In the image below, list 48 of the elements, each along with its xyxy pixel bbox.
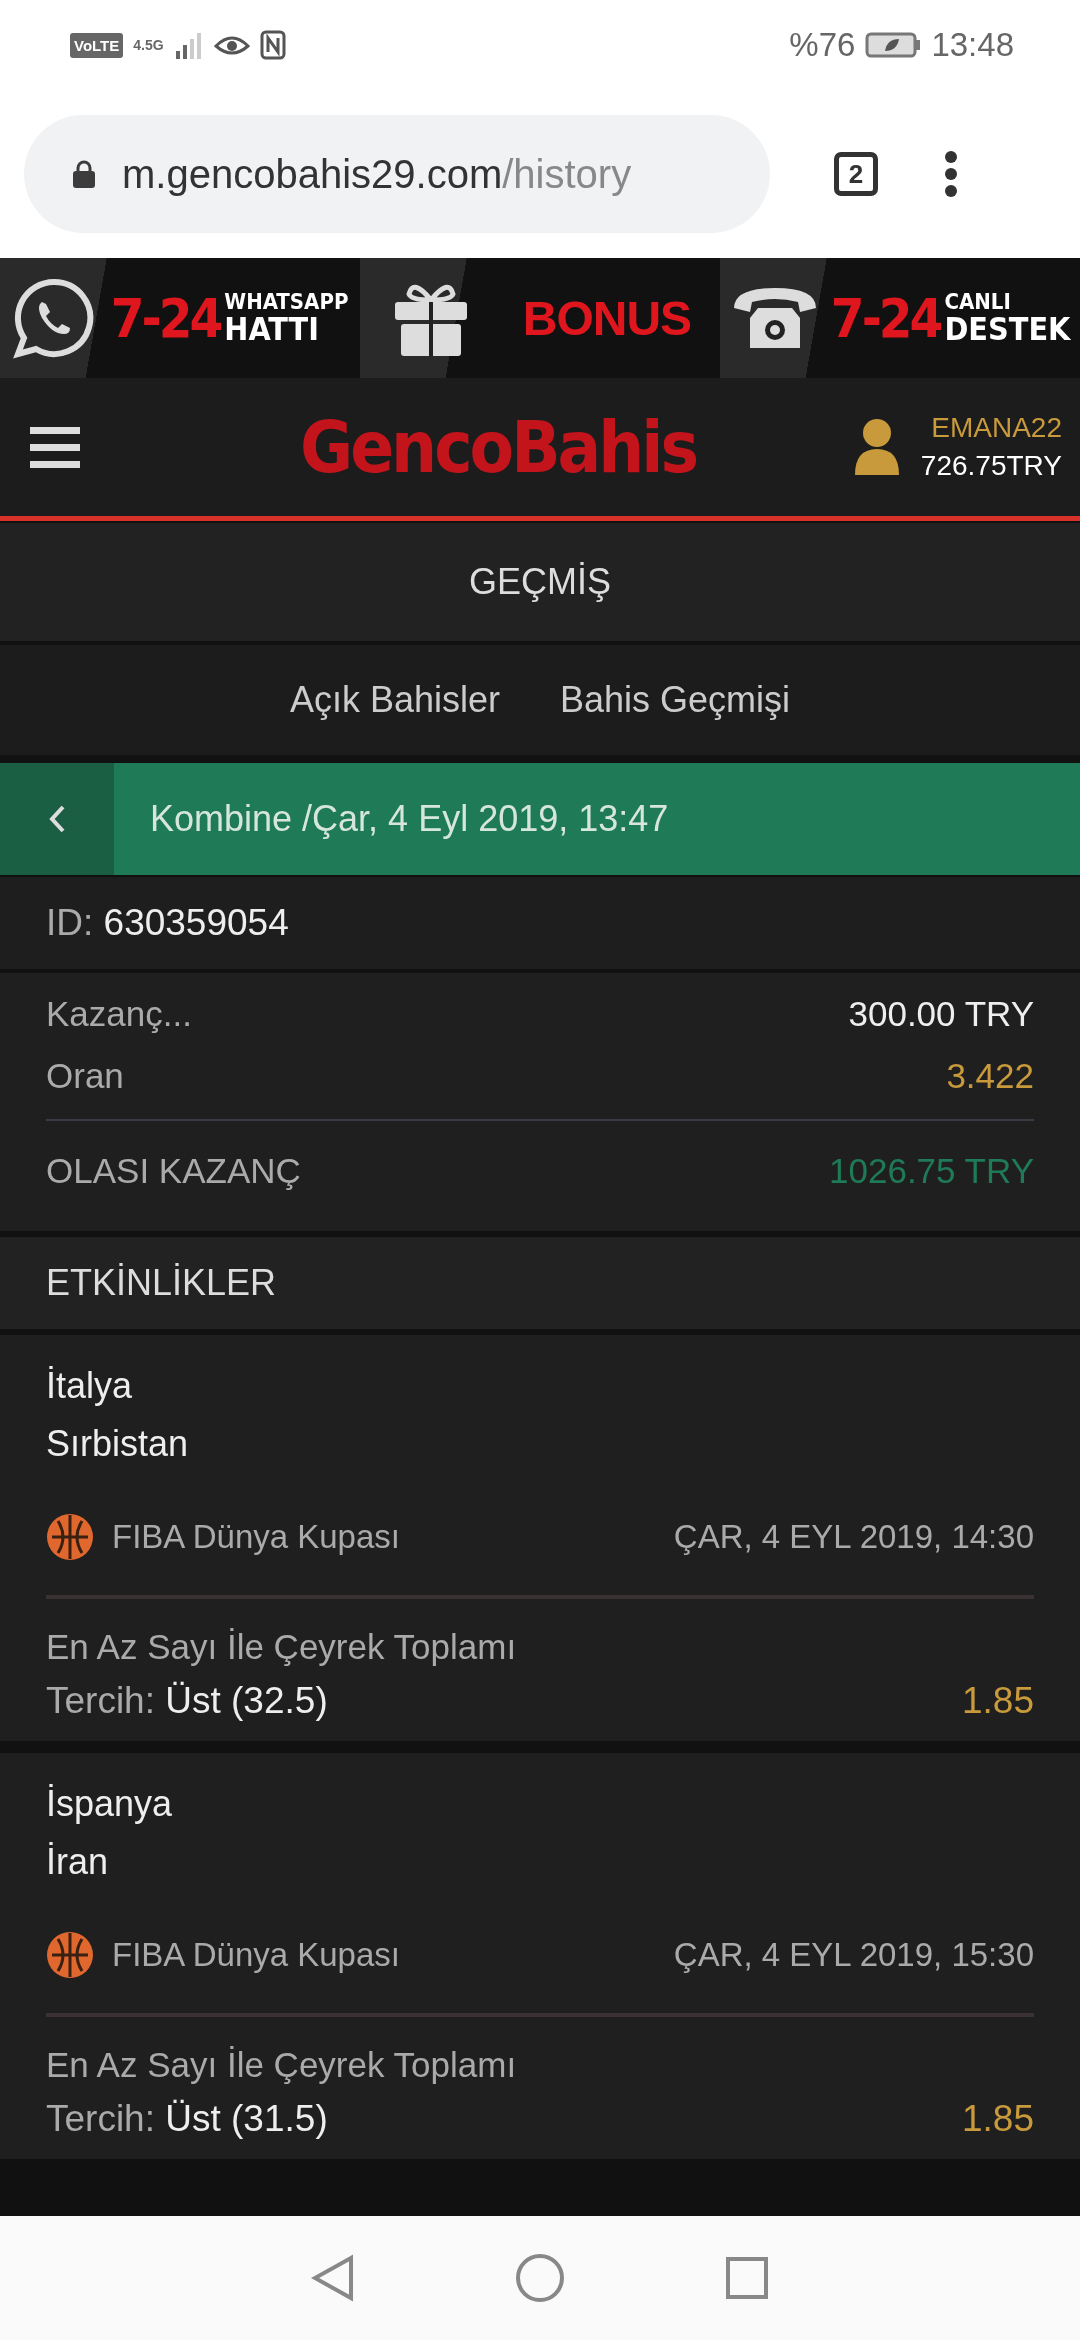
team-name: İran	[46, 1840, 110, 1884]
network-type: 4.5G	[133, 37, 164, 53]
market-name: En Az Sayı İle Çeyrek Toplamı	[46, 2044, 518, 2086]
signal-icon	[173, 31, 204, 59]
selection: Tercih: Üst (31.5)	[46, 2098, 328, 2140]
odds-value: 1.85	[962, 2098, 1034, 2140]
back-icon[interactable]	[311, 2254, 355, 2302]
volte-badge: VoLTE	[70, 32, 124, 58]
odds-value: 3.422	[946, 1056, 1034, 1096]
lock-icon	[72, 159, 96, 189]
menu-icon[interactable]	[30, 425, 80, 469]
nfc-icon	[259, 30, 286, 60]
team-name: İspanya	[46, 1782, 174, 1826]
payout-label: OLASI KAZANÇ	[46, 1151, 301, 1191]
user-icon[interactable]	[852, 417, 901, 477]
battery-icon	[865, 31, 922, 59]
event-date: ÇAR, 4 EYL 2019, 14:30	[673, 1518, 1034, 1556]
home-icon[interactable]	[515, 2253, 565, 2303]
odds-label: Oran	[46, 1056, 124, 1096]
username[interactable]: EMANA22	[931, 412, 1062, 444]
selection: Tercih: Üst (32.5)	[46, 1680, 328, 1722]
tab-count-button[interactable]: 2	[834, 152, 878, 196]
basketball-icon	[46, 1931, 94, 1979]
recents-icon[interactable]	[725, 2256, 769, 2300]
clock: 13:48	[931, 26, 1014, 64]
tab[interactable]: Bahis Geçmişi	[560, 669, 791, 731]
chevron-left-icon	[47, 804, 67, 834]
payout-value: 1026.75 TRY	[829, 1151, 1034, 1191]
balance: 726.75TRY	[920, 450, 1062, 482]
stake-value: 300.00 TRY	[848, 994, 1034, 1034]
team-name: Sırbistan	[46, 1422, 190, 1466]
market-name: En Az Sayı İle Çeyrek Toplamı	[46, 1626, 518, 1668]
tab[interactable]: Açık Bahisler	[289, 669, 500, 731]
event-date: ÇAR, 4 EYL 2019, 15:30	[673, 1936, 1034, 1974]
chat-bubble-icon[interactable]	[11, 276, 96, 360]
address-bar[interactable]: m.gencobahis29.com/history	[24, 115, 770, 233]
team-name: İtalya	[46, 1364, 134, 1408]
league-name: FIBA Dünya Kupası	[112, 1518, 400, 1556]
section-title: ETKİNLİKLER	[46, 1262, 277, 1304]
league-name: FIBA Dünya Kupası	[112, 1936, 400, 1974]
odds-value: 1.85	[962, 1680, 1034, 1722]
page-title: GEÇMİŞ	[0, 523, 1080, 641]
bet-title: Kombine /Çar, 4 Eyl 2019, 13:47	[150, 798, 669, 840]
battery-percent: %76	[789, 26, 856, 64]
basketball-icon	[46, 1513, 94, 1561]
menu-icon[interactable]	[944, 150, 958, 198]
stake-label: Kazanç...	[46, 994, 192, 1034]
bet-id: ID: 630359054	[46, 902, 289, 944]
